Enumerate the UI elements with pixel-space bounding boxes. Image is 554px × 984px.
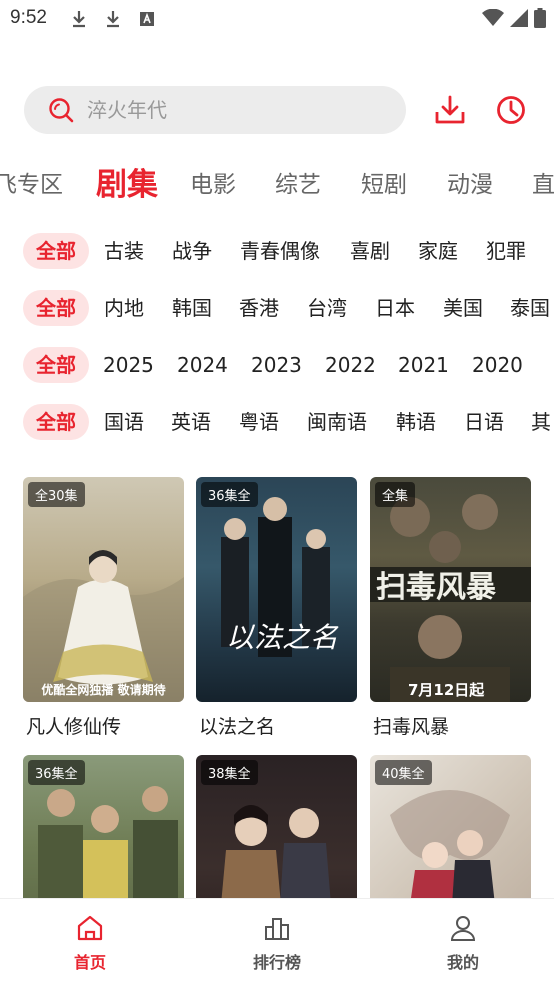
episode-badge: 36集全 — [28, 760, 85, 785]
bar-chart-icon — [265, 918, 289, 940]
filter-chip[interactable]: 英语 — [171, 404, 211, 440]
episode-badge: 全集 — [375, 482, 416, 507]
svg-text:7月12日起: 7月12日起 — [408, 681, 485, 699]
filter-chip-active[interactable]: 全部 — [23, 347, 89, 383]
filter-chip-active[interactable]: 全部 — [23, 290, 89, 326]
filter-chip-active[interactable]: 全部 — [23, 404, 89, 440]
poster-caption: 优酷全网独播 敬请期待 — [41, 683, 166, 697]
filter-row-year: 全部 2025 2024 2023 2022 2021 2020 — [0, 345, 554, 385]
filter-chip[interactable]: 台湾 — [307, 290, 347, 326]
tab-channel-active[interactable]: 剧集 — [96, 159, 158, 204]
filter-chip[interactable]: 日本 — [375, 290, 415, 326]
search-icon — [49, 98, 74, 123]
app-notification-icon — [140, 12, 154, 26]
download-icon — [435, 95, 465, 124]
show-title: 以法之名 — [199, 716, 276, 738]
clock-icon — [497, 96, 525, 124]
show-card[interactable]: 扫毒风暴 7月12日起 全集 扫毒风暴 — [370, 477, 531, 739]
filter-chip[interactable]: 犯罪 — [486, 233, 526, 269]
filter-chip[interactable]: 古装 — [104, 233, 144, 269]
history-button[interactable] — [493, 92, 529, 128]
nav-label: 我的 — [446, 953, 479, 972]
poster-image[interactable]: 以法之名 36集全 — [196, 477, 357, 702]
episode-badge: 40集全 — [375, 760, 432, 785]
svg-text:扫毒风暴: 扫毒风暴 — [376, 570, 497, 605]
show-title: 扫毒风暴 — [373, 716, 450, 738]
filter-chip[interactable]: 2023 — [251, 347, 302, 383]
nav-label: 首页 — [73, 953, 106, 972]
filter-chip[interactable]: 2021 — [398, 347, 449, 383]
signal-icon — [510, 9, 528, 27]
filter-chip[interactable]: 2020 — [472, 347, 523, 383]
tab-channel[interactable]: 综艺 — [275, 165, 321, 199]
home-icon — [77, 915, 103, 941]
poster-art — [23, 550, 184, 702]
filter-chip[interactable]: 家庭 — [418, 233, 458, 269]
nav-label: 排行榜 — [252, 953, 301, 972]
filter-chip[interactable]: 韩国 — [172, 290, 212, 326]
poster-image[interactable]: 全30集 优酷全网独播 敬请期待 — [23, 477, 184, 702]
filter-chip[interactable]: 美国 — [443, 290, 483, 326]
filter-chip[interactable]: 2024 — [177, 347, 228, 383]
svg-text:以法之名: 以法之名 — [226, 621, 339, 654]
poster-art: 以法之名 — [221, 497, 339, 657]
battery-icon — [534, 8, 546, 28]
download-button[interactable] — [432, 92, 468, 128]
tab-channel[interactable]: 飞专区 — [0, 165, 63, 199]
filter-chip[interactable]: 闽南语 — [307, 404, 367, 440]
nav-ranking[interactable]: 排行榜 — [237, 913, 317, 973]
filter-chip[interactable]: 香港 — [239, 290, 279, 326]
filter-row-language: 全部 国语 英语 粤语 闽南语 韩语 日语 其 — [0, 402, 554, 442]
filter-chip[interactable]: 喜剧 — [350, 233, 390, 269]
download-notification-icon — [107, 11, 119, 28]
filter-chip[interactable]: 战争 — [172, 233, 212, 269]
bottom-navigation: 首页 排行榜 我的 — [0, 898, 554, 984]
show-card[interactable]: 全30集 优酷全网独播 敬请期待 凡人修仙传 — [23, 477, 184, 739]
episode-badge: 38集全 — [201, 760, 258, 785]
wifi-icon — [482, 9, 504, 26]
episode-badge: 全30集 — [28, 482, 85, 507]
filter-chip[interactable]: 泰国 — [510, 290, 550, 326]
poster-image[interactable]: 扫毒风暴 7月12日起 全集 — [370, 477, 531, 702]
user-icon — [450, 916, 476, 941]
tab-channel[interactable]: 电影 — [190, 165, 236, 199]
filter-chip[interactable]: 2022 — [325, 347, 376, 383]
tab-channel[interactable]: 短剧 — [361, 165, 407, 199]
show-title: 凡人修仙传 — [26, 716, 122, 738]
tab-channel[interactable]: 动漫 — [447, 165, 493, 199]
search-input[interactable] — [87, 98, 387, 122]
filter-chip[interactable]: 日语 — [464, 404, 504, 440]
download-notification-icon — [73, 11, 85, 28]
tab-channel[interactable]: 直 — [532, 165, 554, 199]
status-time: 9:52 — [10, 7, 47, 28]
filter-chip-active[interactable]: 全部 — [23, 233, 89, 269]
status-bar: 9:52 — [0, 0, 554, 36]
nav-home[interactable]: 首页 — [50, 913, 130, 973]
filter-row-region: 全部 内地 韩国 香港 台湾 日本 美国 泰国 — [0, 288, 554, 328]
nav-profile[interactable]: 我的 — [423, 913, 503, 973]
filter-chip[interactable]: 韩语 — [396, 404, 436, 440]
filter-chip[interactable]: 内地 — [104, 290, 144, 326]
filter-chip[interactable]: 国语 — [104, 404, 144, 440]
search-bar[interactable] — [24, 86, 406, 134]
filter-chip[interactable]: 其 — [531, 404, 551, 440]
channel-tabs: 飞专区 剧集 电影 综艺 短剧 动漫 直 — [0, 155, 554, 205]
episode-badge: 36集全 — [201, 482, 258, 507]
filter-chip[interactable]: 2025 — [103, 347, 154, 383]
filter-row-genre: 全部 古装 战争 青春偶像 喜剧 家庭 犯罪 — [0, 231, 554, 271]
poster-art: 扫毒风暴 7月12日起 — [370, 494, 531, 702]
show-card[interactable]: 以法之名 36集全 以法之名 — [196, 477, 357, 739]
filter-chip[interactable]: 粤语 — [239, 404, 279, 440]
filter-chip[interactable]: 青春偶像 — [240, 233, 320, 269]
